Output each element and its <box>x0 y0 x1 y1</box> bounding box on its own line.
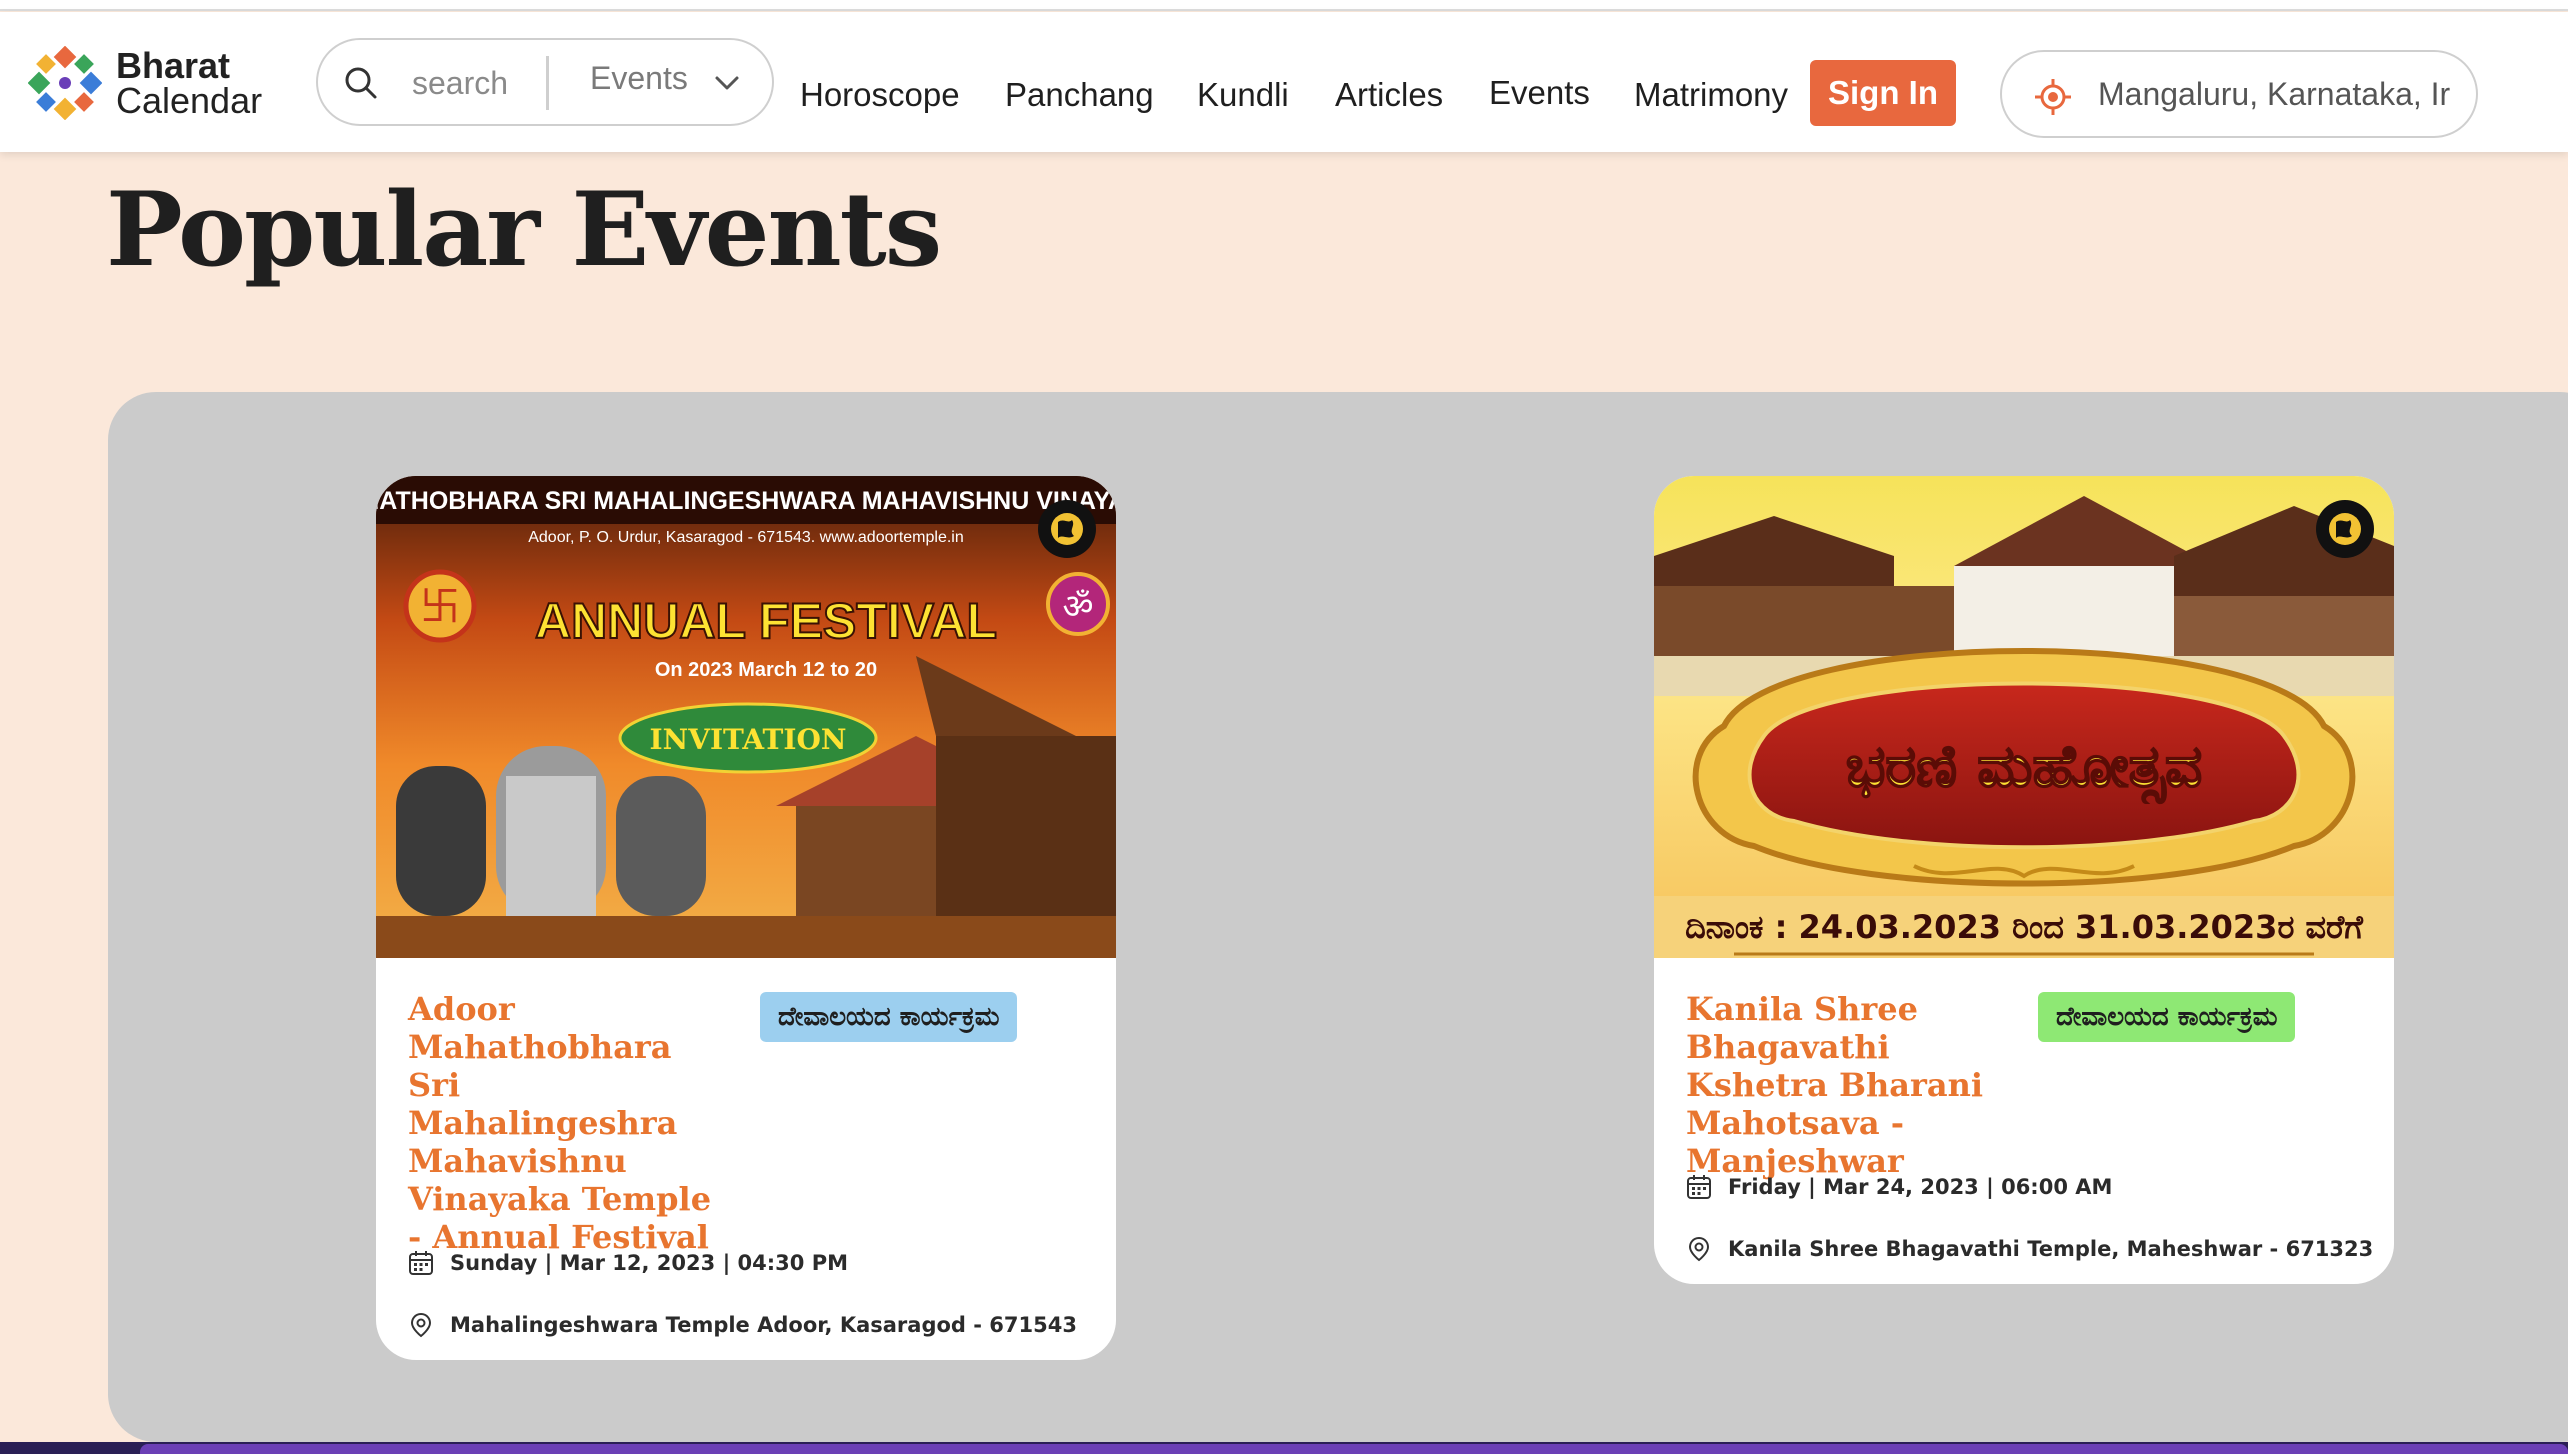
poster-tag-text: INVITATION <box>650 723 847 756</box>
event-card[interactable]: ಭರಣಿ ಮಹೋತ್ಸವ ದಿನಾಂಕ : 24.03.2023 ರಿಂದ 31… <box>1654 476 2394 1284</box>
event-title[interactable]: Kanila Shree Bhagavathi Kshetra Bharani … <box>1686 990 2006 1180</box>
poster-address-text: Adoor, P. O. Urdur, Kasaragod - 671543. … <box>528 529 964 546</box>
event-datetime-text: Sunday | Mar 12, 2023 | 04:30 PM <box>450 1251 848 1275</box>
calendar-icon <box>409 1251 433 1275</box>
search-bar: Events <box>316 38 774 126</box>
sign-in-button[interactable]: Sign In <box>1810 60 1956 126</box>
svg-text:ॐ: ॐ <box>1062 587 1093 627</box>
event-title[interactable]: Adoor Mahathobhara Sri Mahalingeshra Mah… <box>408 990 728 1256</box>
svg-text:卐: 卐 <box>420 584 460 630</box>
location-target-icon <box>2035 79 2071 115</box>
search-category-select[interactable]: Events <box>590 60 688 97</box>
search-divider <box>546 56 549 110</box>
globe-icon[interactable] <box>2316 500 2374 558</box>
page-title: Popular Events <box>106 170 942 290</box>
map-pin-icon <box>1688 1236 1710 1262</box>
event-datetime: Sunday | Mar 12, 2023 | 04:30 PM <box>408 1250 848 1276</box>
poster-dates-text: On 2023 March 12 to 20 <box>655 659 877 681</box>
nav-link-kundli[interactable]: Kundli <box>1197 76 1289 114</box>
logo-text-secondary: Calendar <box>116 80 263 121</box>
poster-heading-text: ಭರಣಿ ಮಹೋತ್ಸವ <box>1846 732 2202 803</box>
calendar-icon <box>1687 1175 1711 1199</box>
nav-link-matrimony[interactable]: Matrimony <box>1634 76 1788 114</box>
nav-link-horoscope[interactable]: Horoscope <box>800 76 960 114</box>
nav-link-panchang[interactable]: Panchang <box>1005 76 1154 114</box>
brand-logo[interactable]: Bharat Calendar <box>28 46 262 120</box>
location-selector[interactable]: Mangaluru, Karnataka, Ir <box>2000 50 2478 138</box>
globe-icon[interactable] <box>1038 500 1096 558</box>
search-input[interactable] <box>412 60 542 106</box>
taskbar-accent <box>140 1444 2568 1454</box>
nav-link-articles[interactable]: Articles <box>1335 76 1443 114</box>
navbar: Bharat Calendar Events Horoscope Panchan… <box>0 12 2568 152</box>
logo-mandala-icon <box>28 46 102 120</box>
event-venue: Kanila Shree Bhagavathi Temple, Maheshwa… <box>1686 1236 2373 1262</box>
nav-link-events[interactable]: Events <box>1489 74 1590 112</box>
event-card[interactable]: ADOOR MAHATHOBHARA SRI MAHALINGESHWARA M… <box>376 476 1116 1360</box>
event-category-badge: ದೇವಾಲಯದ ಕಾರ್ಯಕ್ರಮ <box>2038 992 2296 1042</box>
search-icon[interactable] <box>344 66 378 100</box>
poster-banner-text: ADOOR MAHATHOBHARA SRI MAHALINGESHWARA M… <box>376 487 1116 515</box>
chevron-down-icon[interactable] <box>712 68 742 98</box>
event-datetime: Friday | Mar 24, 2023 | 06:00 AM <box>1686 1174 2112 1200</box>
event-venue-text: Kanila Shree Bhagavathi Temple, Maheshwa… <box>1728 1237 2374 1261</box>
location-text: Mangaluru, Karnataka, Ir <box>2098 76 2451 112</box>
poster-heading-text: ANNUAL FESTIVAL <box>535 593 997 649</box>
event-category-badge: ದೇವಾಲಯದ ಕಾರ್ಯಕ್ರಮ <box>760 992 1018 1042</box>
event-venue-text: Mahalingeshwara Temple Adoor, Kasaragod … <box>450 1313 1077 1337</box>
event-venue: Mahalingeshwara Temple Adoor, Kasaragod … <box>408 1312 1077 1338</box>
event-datetime-text: Friday | Mar 24, 2023 | 06:00 AM <box>1728 1175 2113 1199</box>
poster-dates-text: ದಿನಾಂಕ : 24.03.2023 ರಿಂದ 31.03.2023ರ ವರೆ… <box>1685 908 2363 946</box>
logo-text-primary: Bharat <box>116 45 231 86</box>
event-poster-image: ADOOR MAHATHOBHARA SRI MAHALINGESHWARA M… <box>376 476 1116 958</box>
map-pin-icon <box>410 1312 432 1338</box>
browser-top-strip <box>0 0 2568 11</box>
event-poster-image: ಭರಣಿ ಮಹೋತ್ಸವ ದಿನಾಂಕ : 24.03.2023 ರಿಂದ 31… <box>1654 476 2394 958</box>
